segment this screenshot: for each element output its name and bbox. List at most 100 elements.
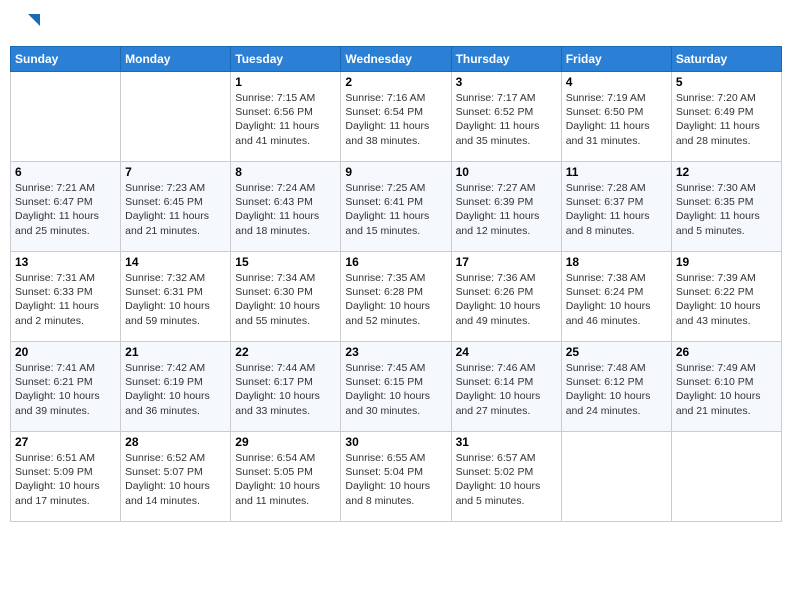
day-number: 24 bbox=[456, 345, 557, 359]
calendar-cell: 15 Sunrise: 7:34 AMSunset: 6:30 PMDayligh… bbox=[231, 252, 341, 342]
day-info: Sunrise: 7:36 AMSunset: 6:26 PMDaylight:… bbox=[456, 271, 557, 328]
day-number: 11 bbox=[566, 165, 667, 179]
day-number: 5 bbox=[676, 75, 777, 89]
calendar-cell: 8 Sunrise: 7:24 AMSunset: 6:43 PMDaylight… bbox=[231, 162, 341, 252]
calendar-cell: 27Sunrise: 6:51 AMSunset: 5:09 PMDayligh… bbox=[11, 432, 121, 522]
day-number: 8 bbox=[235, 165, 336, 179]
calendar-cell: 31 Sunrise: 6:57 AMSunset: 5:02 PMDayligh… bbox=[451, 432, 561, 522]
day-number: 12 bbox=[676, 165, 777, 179]
day-number: 1 bbox=[235, 75, 336, 89]
calendar-cell: 13 Sunrise: 7:31 AMSunset: 6:33 PMDayligh… bbox=[11, 252, 121, 342]
day-info: Sunrise: 7:32 AMSunset: 6:31 PMDaylight:… bbox=[125, 271, 226, 328]
day-info: Sunrise: 7:31 AMSunset: 6:33 PMDaylight:… bbox=[15, 271, 116, 328]
logo-icon bbox=[20, 12, 42, 34]
calendar-cell bbox=[671, 432, 781, 522]
day-info: Sunrise: 7:34 AMSunset: 6:30 PMDaylight:… bbox=[235, 271, 336, 328]
day-info: Sunrise: 6:55 AMSunset: 5:04 PMDaylight:… bbox=[345, 451, 446, 508]
day-info: Sunrise: 7:19 AMSunset: 6:50 PMDaylight:… bbox=[566, 91, 667, 148]
logo bbox=[18, 14, 42, 34]
calendar-cell: 23 Sunrise: 7:45 AMSunset: 6:15 PMDayligh… bbox=[341, 342, 451, 432]
day-number: 21 bbox=[125, 345, 226, 359]
day-number: 16 bbox=[345, 255, 446, 269]
day-number: 28 bbox=[125, 435, 226, 449]
page-header bbox=[10, 10, 782, 38]
day-number: 22 bbox=[235, 345, 336, 359]
day-number: 17 bbox=[456, 255, 557, 269]
calendar-cell bbox=[11, 72, 121, 162]
calendar-cell: 19Sunrise: 7:39 AMSunset: 6:22 PMDayligh… bbox=[671, 252, 781, 342]
calendar-cell: 22 Sunrise: 7:44 AMSunset: 6:17 PMDayligh… bbox=[231, 342, 341, 432]
calendar-cell: 25Sunrise: 7:48 AMSunset: 6:12 PMDayligh… bbox=[561, 342, 671, 432]
calendar-cell: 10 Sunrise: 7:27 AMSunset: 6:39 PMDayligh… bbox=[451, 162, 561, 252]
day-info: Sunrise: 7:25 AMSunset: 6:41 PMDaylight:… bbox=[345, 181, 446, 238]
calendar-cell: 29 Sunrise: 6:54 AMSunset: 5:05 PMDayligh… bbox=[231, 432, 341, 522]
calendar-cell: 4 Sunrise: 7:19 AMSunset: 6:50 PMDaylight… bbox=[561, 72, 671, 162]
calendar-cell: 26Sunrise: 7:49 AMSunset: 6:10 PMDayligh… bbox=[671, 342, 781, 432]
calendar-cell: 5Sunrise: 7:20 AMSunset: 6:49 PMDaylight… bbox=[671, 72, 781, 162]
calendar-cell: 6Sunrise: 7:21 AMSunset: 6:47 PMDaylight… bbox=[11, 162, 121, 252]
calendar-cell: 17 Sunrise: 7:36 AMSunset: 6:26 PMDayligh… bbox=[451, 252, 561, 342]
calendar-week-row: 27Sunrise: 6:51 AMSunset: 5:09 PMDayligh… bbox=[11, 432, 782, 522]
calendar-cell: 24 Sunrise: 7:46 AMSunset: 6:14 PMDayligh… bbox=[451, 342, 561, 432]
day-number: 25 bbox=[566, 345, 667, 359]
calendar-cell: 21Sunrise: 7:42 AMSunset: 6:19 PMDayligh… bbox=[121, 342, 231, 432]
calendar-week-row: 6Sunrise: 7:21 AMSunset: 6:47 PMDaylight… bbox=[11, 162, 782, 252]
day-info: Sunrise: 7:46 AMSunset: 6:14 PMDaylight:… bbox=[456, 361, 557, 418]
day-number: 13 bbox=[15, 255, 116, 269]
day-info: Sunrise: 7:27 AMSunset: 6:39 PMDaylight:… bbox=[456, 181, 557, 238]
day-of-week-header: Monday bbox=[121, 47, 231, 72]
day-info: Sunrise: 7:39 AMSunset: 6:22 PMDaylight:… bbox=[676, 271, 777, 328]
day-number: 10 bbox=[456, 165, 557, 179]
calendar-header-row: SundayMondayTuesdayWednesdayThursdayFrid… bbox=[11, 47, 782, 72]
day-info: Sunrise: 7:23 AMSunset: 6:45 PMDaylight:… bbox=[125, 181, 226, 238]
day-number: 20 bbox=[15, 345, 116, 359]
day-of-week-header: Tuesday bbox=[231, 47, 341, 72]
day-info: Sunrise: 7:30 AMSunset: 6:35 PMDaylight:… bbox=[676, 181, 777, 238]
day-number: 27 bbox=[15, 435, 116, 449]
calendar-cell: 1 Sunrise: 7:15 AMSunset: 6:56 PMDaylight… bbox=[231, 72, 341, 162]
day-info: Sunrise: 7:21 AMSunset: 6:47 PMDaylight:… bbox=[15, 181, 116, 238]
calendar-cell: 28 Sunrise: 6:52 AMSunset: 5:07 PMDayligh… bbox=[121, 432, 231, 522]
day-info: Sunrise: 6:57 AMSunset: 5:02 PMDaylight:… bbox=[456, 451, 557, 508]
day-number: 14 bbox=[125, 255, 226, 269]
day-number: 15 bbox=[235, 255, 336, 269]
calendar-cell bbox=[121, 72, 231, 162]
calendar-cell: 30Sunrise: 6:55 AMSunset: 5:04 PMDayligh… bbox=[341, 432, 451, 522]
day-info: Sunrise: 7:44 AMSunset: 6:17 PMDaylight:… bbox=[235, 361, 336, 418]
calendar-cell: 11 Sunrise: 7:28 AMSunset: 6:37 PMDayligh… bbox=[561, 162, 671, 252]
calendar-table: SundayMondayTuesdayWednesdayThursdayFrid… bbox=[10, 46, 782, 522]
day-info: Sunrise: 7:28 AMSunset: 6:37 PMDaylight:… bbox=[566, 181, 667, 238]
day-of-week-header: Sunday bbox=[11, 47, 121, 72]
calendar-cell: 16 Sunrise: 7:35 AMSunset: 6:28 PMDayligh… bbox=[341, 252, 451, 342]
day-of-week-header: Friday bbox=[561, 47, 671, 72]
day-info: Sunrise: 6:54 AMSunset: 5:05 PMDaylight:… bbox=[235, 451, 336, 508]
day-info: Sunrise: 7:38 AMSunset: 6:24 PMDaylight:… bbox=[566, 271, 667, 328]
day-number: 4 bbox=[566, 75, 667, 89]
day-number: 23 bbox=[345, 345, 446, 359]
day-of-week-header: Thursday bbox=[451, 47, 561, 72]
day-number: 3 bbox=[456, 75, 557, 89]
calendar-cell: 18 Sunrise: 7:38 AMSunset: 6:24 PMDayligh… bbox=[561, 252, 671, 342]
calendar-cell: 9 Sunrise: 7:25 AMSunset: 6:41 PMDaylight… bbox=[341, 162, 451, 252]
day-number: 9 bbox=[345, 165, 446, 179]
day-info: Sunrise: 7:41 AMSunset: 6:21 PMDaylight:… bbox=[15, 361, 116, 418]
day-of-week-header: Saturday bbox=[671, 47, 781, 72]
day-info: Sunrise: 7:24 AMSunset: 6:43 PMDaylight:… bbox=[235, 181, 336, 238]
day-of-week-header: Wednesday bbox=[341, 47, 451, 72]
calendar-cell bbox=[561, 432, 671, 522]
day-number: 7 bbox=[125, 165, 226, 179]
day-info: Sunrise: 7:17 AMSunset: 6:52 PMDaylight:… bbox=[456, 91, 557, 148]
calendar-cell: 20 Sunrise: 7:41 AMSunset: 6:21 PMDayligh… bbox=[11, 342, 121, 432]
day-info: Sunrise: 7:15 AMSunset: 6:56 PMDaylight:… bbox=[235, 91, 336, 148]
day-info: Sunrise: 7:45 AMSunset: 6:15 PMDaylight:… bbox=[345, 361, 446, 418]
day-info: Sunrise: 7:16 AMSunset: 6:54 PMDaylight:… bbox=[345, 91, 446, 148]
day-number: 29 bbox=[235, 435, 336, 449]
calendar-week-row: 1 Sunrise: 7:15 AMSunset: 6:56 PMDaylight… bbox=[11, 72, 782, 162]
day-number: 31 bbox=[456, 435, 557, 449]
calendar-cell: 12 Sunrise: 7:30 AMSunset: 6:35 PMDayligh… bbox=[671, 162, 781, 252]
calendar-cell: 2 Sunrise: 7:16 AMSunset: 6:54 PMDaylight… bbox=[341, 72, 451, 162]
day-info: Sunrise: 7:35 AMSunset: 6:28 PMDaylight:… bbox=[345, 271, 446, 328]
day-number: 2 bbox=[345, 75, 446, 89]
day-number: 18 bbox=[566, 255, 667, 269]
day-info: Sunrise: 6:52 AMSunset: 5:07 PMDaylight:… bbox=[125, 451, 226, 508]
